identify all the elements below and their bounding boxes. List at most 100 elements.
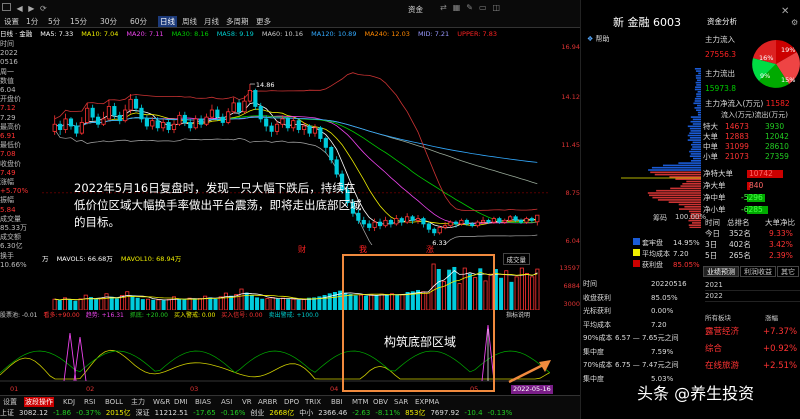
flow-in: 14673 [725, 122, 749, 132]
period-tab-2[interactable]: 5分 [46, 16, 62, 27]
price-axis: 16.94 14.12 11.45 8.75 6.04 [548, 39, 580, 245]
top-toolbar: ◀ ▶ ⟳ 资金 ⇄▦✎▭◫ 设置 1分 5分 15分 30分 60分 日线 周线 月线 多周期更… [0, 0, 580, 28]
flow-out: 12042 [765, 132, 789, 142]
price-axis-label-4: 6.04 [548, 237, 580, 245]
chip-bar [693, 103, 701, 105]
forward-icon[interactable]: ▶ [28, 4, 34, 13]
volume-bar [536, 269, 539, 310]
indicator-help-link[interactable]: 指标说明 [506, 310, 530, 319]
net-value: -6285 [741, 204, 763, 216]
volume-bar [110, 297, 113, 310]
period-tab-6[interactable]: 日线 [158, 16, 177, 27]
grid-icon[interactable]: ▦ [453, 3, 467, 12]
candle-body [243, 101, 246, 112]
help-link[interactable]: ❖ 帮助 [587, 34, 610, 44]
period-tab-3[interactable]: 15分 [68, 16, 89, 27]
indicator-tab-1[interactable]: 波段操作 [24, 397, 54, 407]
chip-bar [696, 82, 701, 84]
index-value-3: -0.37% [76, 409, 101, 417]
candle-body [443, 226, 446, 228]
indicator-tab-18[interactable]: EXPMA [414, 397, 440, 407]
ranking-period: 今日 [705, 228, 720, 239]
chip-bar [693, 119, 701, 121]
sector-name: 露营经济 [705, 327, 739, 337]
price-axis-label-1: 14.12 [548, 93, 580, 101]
refresh-icon[interactable]: ⟳ [40, 4, 47, 13]
candle-body [210, 110, 213, 117]
candle-body [129, 99, 132, 110]
period-tab-5[interactable]: 60分 [128, 16, 149, 27]
volume-bar [172, 297, 175, 310]
indicator-tab-8[interactable]: BIAS [194, 397, 212, 407]
layout-icon[interactable]: ◫ [493, 3, 507, 12]
chip-bar [656, 190, 701, 192]
indicator-tab-5[interactable]: 主力 [130, 397, 146, 407]
chip-bar [697, 80, 701, 82]
candle-body [308, 126, 311, 133]
period-tab-1[interactable]: 1分 [24, 16, 40, 27]
indicator-tab-16[interactable]: OBV [372, 397, 389, 407]
candle-body [270, 126, 273, 131]
period-tab-0[interactable]: 设置 [2, 16, 21, 27]
bottom-bar: 设置 波段操作 KDJ RSI BOLL 主力 W&R DMI BIAS ASI VR ARBR DPO… [0, 395, 580, 419]
volume-bar [198, 298, 201, 310]
forecast-tab-0[interactable]: 业绩预测 [703, 266, 739, 277]
info-label-3: 数值 [0, 77, 42, 86]
index-value-9: 创业 [250, 409, 264, 417]
indicator-tab-6[interactable]: W&R [152, 397, 171, 407]
candle-body [460, 220, 463, 224]
info-value-12: 6.30亿 [0, 242, 42, 251]
sector-row[interactable]: 露营经济 +7.37% [705, 324, 800, 341]
sector-row[interactable]: 在线旅游 +2.51% [705, 358, 800, 375]
chip-header: 筹码 [653, 213, 667, 223]
period-tab-7[interactable]: 周线 [180, 16, 199, 27]
candle-body [134, 99, 137, 108]
ma5-label: MA5: 7.33 [40, 30, 73, 38]
ma30-label: MA30: 8.16 [172, 30, 209, 38]
close-icon[interactable]: ✕ [781, 6, 789, 17]
cost-table: 时间 20220516 收盘获利 85.05% 光标获利 0.00% 平均成本 7.20 90%… [581, 278, 703, 386]
window-icon[interactable]: ▭ [479, 3, 493, 12]
info-label-7: 最低价 [0, 141, 42, 150]
side-tool-label[interactable]: 资金 [408, 4, 423, 15]
menu-icon[interactable] [2, 3, 11, 11]
indicator-tab-13[interactable]: TRIX [304, 397, 322, 407]
indicator-tab-15[interactable]: MTM [351, 397, 369, 407]
back-icon[interactable]: ◀ [17, 4, 23, 13]
ranking-header-1: 总排名 [727, 218, 750, 228]
indicator-tab-11[interactable]: ARBR [257, 397, 278, 407]
indicator-tab-9[interactable]: ASI [220, 397, 233, 407]
index-value-18: -0.13% [488, 409, 513, 417]
period-tab-8[interactable]: 月线 [202, 16, 221, 27]
indicator-tab-14[interactable]: BBI [330, 397, 344, 407]
indicator-tab-3[interactable]: RSI [83, 397, 96, 407]
sync-icon[interactable]: ⇄ [440, 3, 453, 12]
fund-analysis-tab[interactable]: 资金分析 [707, 16, 737, 27]
indicator-tab-10[interactable]: VR [241, 397, 253, 407]
indicator-tab-4[interactable]: BOLL [104, 397, 124, 407]
indicator-tab-7[interactable]: DMI [173, 397, 189, 407]
chip-distribution-chart[interactable] [581, 48, 701, 228]
index-value-4: 2015亿 [106, 409, 131, 417]
chip-bar [696, 109, 701, 111]
indicator-tab-2[interactable]: KDJ [62, 397, 76, 407]
settings-icon[interactable]: ⚙ [791, 18, 798, 27]
indicator-tab-17[interactable]: SAR [393, 397, 409, 407]
candle-body [232, 103, 235, 112]
net-value: 840 [749, 180, 763, 192]
sector-row[interactable]: 综合 +0.92% [705, 341, 800, 358]
forecast-tab-1[interactable]: 利润收益 [740, 266, 776, 277]
chip-bar [679, 204, 701, 206]
volume-bar [188, 298, 191, 310]
annotation-text: 2022年5月16日复盘时，发现一只大幅下跌后，持续在低价位区域大幅换手率做出平… [74, 180, 364, 231]
volume-bar [141, 300, 144, 310]
indicator-tab-12[interactable]: DPO [283, 397, 300, 407]
ma58-label: MA58: 9.19 [217, 30, 254, 38]
forecast-tab-2[interactable]: 其它 [777, 266, 799, 277]
period-tab-9[interactable]: 多周期 [224, 16, 251, 27]
ranking-row: 5日 265名 2.39% [703, 250, 800, 261]
indicator-tab-0[interactable]: 设置 [2, 397, 18, 407]
period-tab-10[interactable]: 更多 [254, 16, 273, 27]
period-tab-4[interactable]: 30分 [98, 16, 119, 27]
pencil-icon[interactable]: ✎ [466, 3, 479, 12]
